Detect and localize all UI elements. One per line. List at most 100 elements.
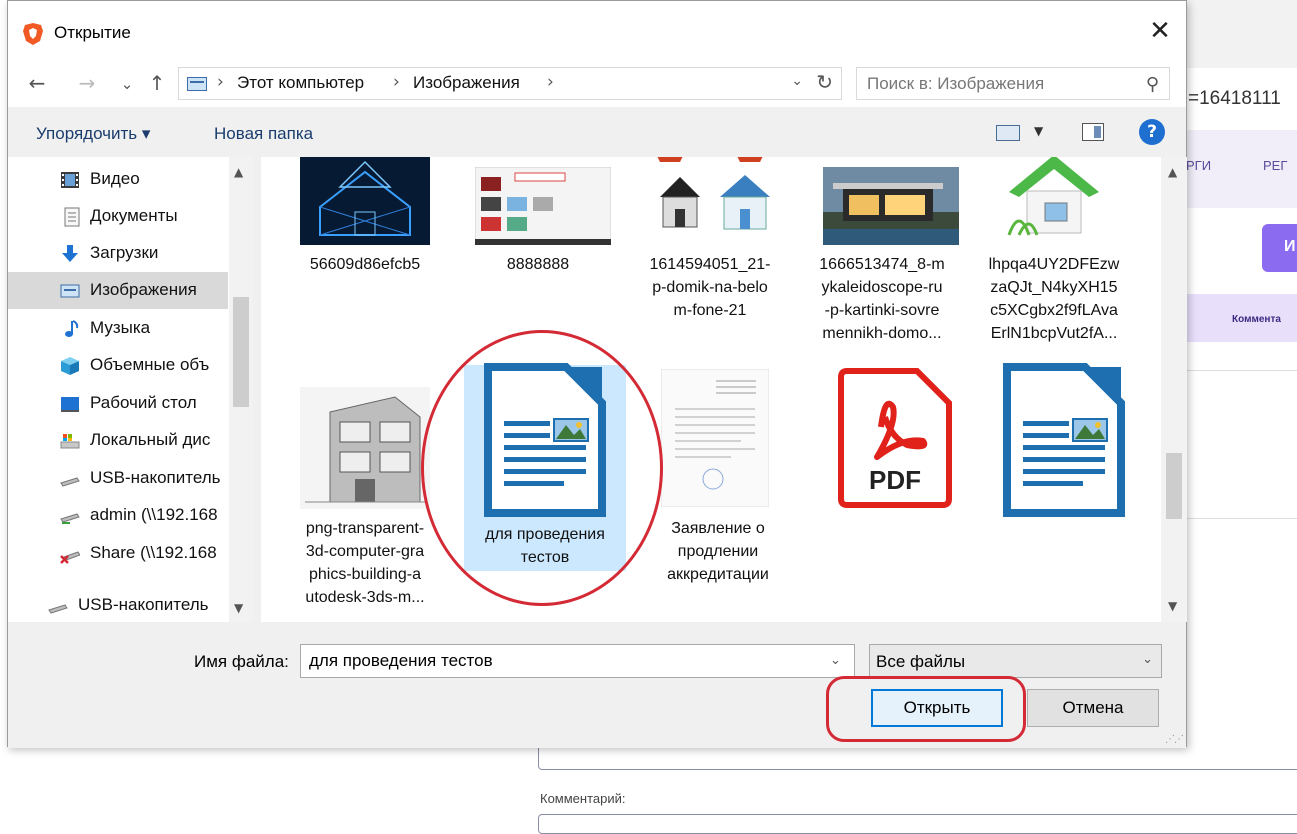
file-list: 56609d86efcb5 8888888 1614594051_21- p-d… [261, 157, 1169, 622]
sidebar-item-label: Изображения [90, 280, 197, 299]
brave-browser-icon [23, 23, 43, 45]
pdf-label: PDF [869, 465, 921, 495]
file-list-scrollbar[interactable]: ▲ ▼ [1161, 157, 1187, 622]
file-item[interactable]: lhpqa4UY2DFEzw zaQJt_N4kyXH15 c5XCgbx2f9… [973, 157, 1135, 367]
file-name-line: ErlN1bcpVut2fA... [990, 325, 1118, 342]
file-name-dropdown-icon[interactable]: ⌄ [830, 653, 841, 668]
sidebar-item-admin-share[interactable]: admin (\\192.168 [8, 497, 228, 534]
building-render-image [300, 387, 430, 509]
file-name: lhpqa4UY2DFEzw zaQJt_N4kyXH15 c5XCgbx2f9… [973, 253, 1135, 345]
downloads-icon [62, 245, 78, 262]
breadcrumb-separator: › [393, 72, 400, 92]
file-item[interactable]: PDF [811, 365, 973, 585]
file-name-line: 3d-computer-gra [305, 543, 425, 560]
file-name-line: -p-kartinki-sovre [824, 302, 940, 319]
site-nav-item[interactable]: РГИ [1186, 158, 1211, 173]
breadcrumb-separator[interactable]: › [547, 72, 554, 92]
file-name-label: Имя файла: [194, 652, 289, 671]
address-dropdown-button[interactable]: ⌄ [791, 73, 803, 89]
sidebar-item-label: Объемные объ [90, 355, 210, 374]
sidebar-item-local-disk[interactable]: Локальный дис [8, 422, 228, 459]
back-button[interactable]: ← [24, 71, 50, 95]
file-name-line: 1666513474_8-m [819, 256, 945, 273]
sidebar-item-pictures[interactable]: Изображения [8, 272, 228, 309]
breadcrumb-this-pc[interactable]: Этот компьютер [237, 73, 364, 93]
documents-icon [64, 207, 80, 227]
file-name: Заявление о продлении аккредитации [637, 517, 799, 586]
sidebar-item-label: Музыка [90, 318, 151, 337]
file-type-select[interactable]: Все файлы ⌄ [869, 644, 1162, 678]
sidebar-item-documents[interactable]: Документы [8, 198, 228, 235]
preview-pane-icon[interactable] [1082, 123, 1104, 141]
music-icon [65, 320, 79, 337]
sidebar-scrollbar[interactable]: ▲ ▼ [229, 157, 253, 622]
site-tab-comments[interactable]: Коммента [1232, 314, 1281, 325]
sidebar-item-usb-drive-root[interactable]: USB-накопитель [8, 587, 228, 622]
scrollbar-thumb[interactable] [1166, 453, 1182, 519]
navigation-pane: Видео Документы Загрузки Изображения Муз… [8, 157, 253, 622]
video-icon [61, 172, 79, 188]
screenshot-image [475, 167, 611, 245]
resize-grip-icon[interactable]: ⋰⋰ [1165, 734, 1184, 745]
dialog-titlebar[interactable]: Открытие ✕ [8, 1, 1186, 59]
file-item[interactable]: 56609d86efcb5 [284, 157, 446, 367]
organize-button[interactable]: Упорядочить ▾ [36, 124, 150, 144]
file-name-line: 1614594051_21- [649, 256, 771, 273]
chevron-down-icon: ⌄ [1142, 652, 1153, 667]
sidebar-item-label: Рабочий стол [90, 393, 197, 412]
house-wireframe-image [300, 157, 430, 245]
scroll-down-arrow[interactable]: ▼ [1168, 599, 1177, 613]
close-button[interactable]: ✕ [1142, 13, 1178, 49]
command-toolbar: Упорядочить ▾ Новая папка ▼ ? [8, 107, 1186, 157]
file-item[interactable]: 1614594051_21- p-domik-na-belo m-fone-21 [629, 157, 791, 367]
sidebar-item-music[interactable]: Музыка [8, 310, 228, 347]
sidebar-item-share[interactable]: Share (\\192.168 [8, 535, 228, 572]
file-name-line: utodesk-3ds-m... [305, 589, 425, 606]
scanned-document-image [661, 369, 769, 507]
pictures-folder-icon [187, 77, 207, 91]
file-name: 56609d86efcb5 [309, 256, 421, 273]
change-view-icon[interactable] [996, 125, 1020, 141]
forward-button[interactable]: → [74, 71, 100, 95]
file-name-line: ykaleidoscope-ru [821, 279, 943, 296]
scroll-up-arrow[interactable]: ▲ [1168, 165, 1177, 179]
help-icon[interactable]: ? [1139, 119, 1165, 145]
desktop-icon [61, 397, 79, 412]
divider [1186, 370, 1297, 371]
cancel-button[interactable]: Отмена [1027, 689, 1159, 727]
sidebar-item-downloads[interactable]: Загрузки [8, 235, 228, 272]
refresh-button[interactable]: ↻ [816, 70, 833, 94]
view-options-dropdown[interactable]: ▼ [1034, 124, 1043, 138]
file-name: 8888888 [506, 256, 570, 273]
breadcrumb-separator: › [217, 72, 224, 92]
file-name-line: p-domik-na-belo [652, 279, 768, 296]
site-nav-item[interactable]: РЕГ [1263, 158, 1287, 173]
file-name-input[interactable] [300, 644, 855, 678]
recent-locations-button[interactable]: ⌄ [114, 75, 140, 93]
file-item[interactable] [983, 363, 1145, 585]
houses-image [645, 157, 775, 245]
scroll-up-arrow[interactable]: ▲ [234, 165, 243, 179]
scrollbar-thumb[interactable] [233, 297, 249, 407]
sidebar-item-label: admin (\\192.168 [90, 505, 218, 524]
search-box[interactable]: ⚲ [856, 67, 1170, 100]
sidebar-item-usb-drive[interactable]: USB-накопитель [8, 460, 228, 497]
sidebar-item-3d-objects[interactable]: Объемные объ [8, 347, 228, 384]
sidebar-item-label: Share (\\192.168 [90, 543, 217, 562]
breadcrumb-pictures[interactable]: Изображения [413, 73, 520, 93]
sidebar-item-video[interactable]: Видео [8, 161, 228, 198]
site-action-button[interactable]: И [1262, 224, 1297, 272]
search-input[interactable] [867, 73, 1127, 95]
new-folder-button[interactable]: Новая папка [214, 124, 313, 144]
sidebar-item-desktop[interactable]: Рабочий стол [8, 385, 228, 422]
up-button[interactable]: ↑ [144, 71, 170, 95]
file-name-line: продлении [677, 543, 759, 560]
scroll-down-arrow[interactable]: ▼ [234, 601, 243, 615]
browser-tabstrip [1186, 0, 1297, 68]
comment-field[interactable] [538, 814, 1297, 834]
search-icon[interactable]: ⚲ [1146, 74, 1159, 95]
address-bar[interactable]: › Этот компьютер › Изображения › ⌄ ↻ [178, 67, 842, 100]
pictures-icon [60, 284, 80, 298]
3d-objects-icon [61, 357, 79, 375]
file-item[interactable]: 1666513474_8-m ykaleidoscope-ru -p-karti… [801, 157, 963, 367]
